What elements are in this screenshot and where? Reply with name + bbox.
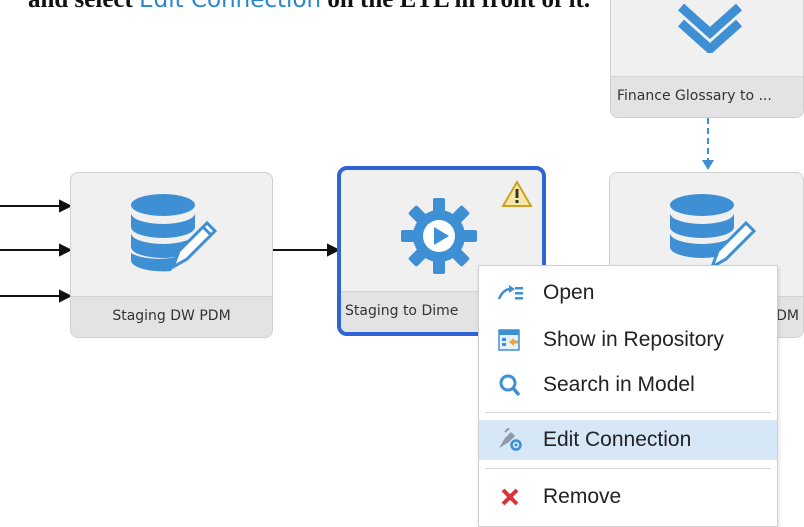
menu-item-label: Remove <box>543 485 622 508</box>
menu-item-label: Edit Connection <box>543 428 692 451</box>
context-menu: Open Show in Repository Search in Model … <box>478 265 778 527</box>
node-label: Finance Glossary to ... <box>611 76 803 117</box>
menu-item-open[interactable]: Open <box>479 273 777 313</box>
warning-icon <box>501 180 533 207</box>
remove-icon <box>501 488 519 506</box>
menu-item-label: Search in Model <box>543 373 695 396</box>
menu-item-search-in-model[interactable]: Search in Model <box>479 365 777 405</box>
open-icon <box>497 285 523 300</box>
database-edit-icon <box>131 194 217 272</box>
etl-gear-play-icon <box>401 198 477 274</box>
node-staging-dw-pdm[interactable]: Staging DW PDM <box>70 172 273 338</box>
menu-item-label: Show in Repository <box>543 328 724 351</box>
menu-item-remove[interactable]: Remove <box>479 477 777 517</box>
menu-separator <box>485 412 771 413</box>
menu-item-edit-connection[interactable]: Edit Connection <box>479 420 777 460</box>
node-finance-glossary[interactable]: Finance Glossary to ... <box>610 0 804 118</box>
chevron-down-double-icon <box>677 3 743 53</box>
node-label: Staging DW PDM <box>71 296 272 337</box>
search-icon <box>499 374 521 397</box>
edit-connection-icon <box>499 428 522 451</box>
menu-item-label: Open <box>543 281 595 304</box>
menu-separator <box>485 468 771 469</box>
menu-item-show-in-repository[interactable]: Show in Repository <box>479 320 777 360</box>
repository-icon <box>498 329 520 351</box>
